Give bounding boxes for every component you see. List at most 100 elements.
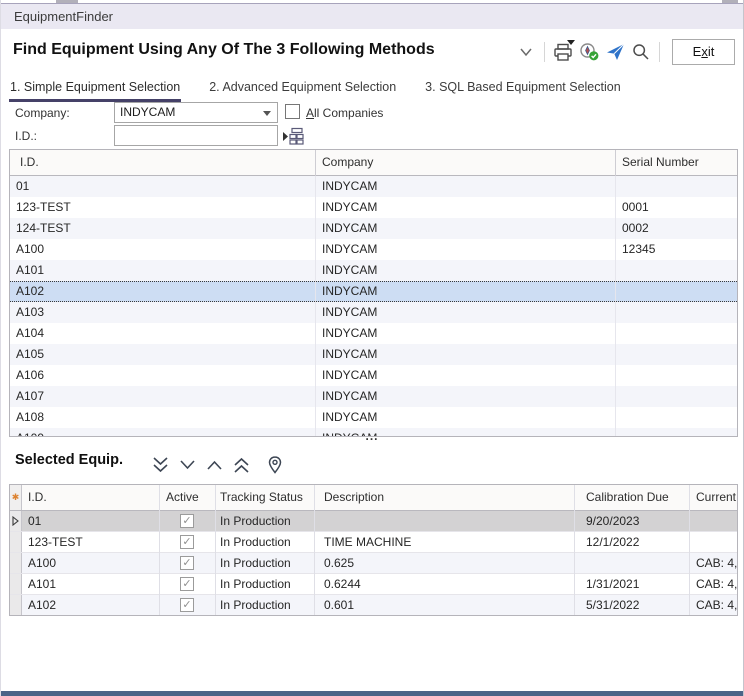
- tab-simple-equipment-selection[interactable]: 1. Simple Equipment Selection: [9, 77, 181, 102]
- results-grid-header: I.D. Company Serial Number: [10, 150, 737, 176]
- column-header-id[interactable]: I.D.: [28, 485, 47, 510]
- column-header-company[interactable]: Company: [322, 150, 373, 175]
- table-row[interactable]: A101 ✓ In Production 0.6244 1/31/2021 CA…: [10, 574, 737, 595]
- chevron-up-icon: [206, 459, 223, 471]
- exit-button[interactable]: Exit: [672, 39, 735, 65]
- column-divider: [315, 150, 316, 176]
- chevron-down-icon: [519, 47, 533, 57]
- equipmentfinder-window: EquipmentFinder Find Equipment Using Any…: [0, 0, 744, 696]
- tab-sql-based-equipment-selection[interactable]: 3. SQL Based Equipment Selection: [424, 77, 622, 102]
- id-input[interactable]: [114, 125, 278, 146]
- active-checkbox[interactable]: ✓: [180, 514, 194, 528]
- table-row[interactable]: A102 ✓ In Production 0.601 5/31/2022 CAB…: [10, 595, 737, 616]
- company-dropdown[interactable]: INDYCAM: [114, 102, 278, 123]
- column-divider: [615, 150, 616, 176]
- print-dropdown-caret-icon: [567, 40, 575, 45]
- search-button[interactable]: [628, 39, 654, 65]
- column-divider: [215, 485, 216, 615]
- company-dropdown-value: INDYCAM: [120, 105, 175, 119]
- print-button[interactable]: [550, 39, 576, 65]
- toolbar-separator: [659, 42, 660, 62]
- tab-bar: 1. Simple Equipment Selection 2. Advance…: [9, 77, 622, 102]
- all-companies-checkbox[interactable]: [285, 104, 300, 119]
- table-lookup-icon: [282, 127, 304, 146]
- active-checkbox[interactable]: ✓: [180, 577, 194, 591]
- current-row-indicator: [10, 511, 22, 531]
- window-title: EquipmentFinder: [14, 9, 113, 24]
- toolbar: Exit: [513, 38, 735, 66]
- column-header-current-location[interactable]: Current L: [696, 485, 738, 510]
- move-down-button[interactable]: [174, 453, 201, 477]
- table-row[interactable]: A105INDYCAM: [10, 344, 737, 365]
- table-row[interactable]: A107INDYCAM: [10, 386, 737, 407]
- table-row[interactable]: 124-TESTINDYCAM0002: [10, 218, 737, 239]
- tab-advanced-equipment-selection[interactable]: 2. Advanced Equipment Selection: [208, 77, 397, 102]
- paper-plane-icon: [606, 43, 625, 61]
- table-row[interactable]: 123-TESTINDYCAM0001: [10, 197, 737, 218]
- selected-equip-toolbar: [147, 453, 288, 477]
- move-all-down-button[interactable]: [147, 453, 174, 477]
- column-header-calibration-due[interactable]: Calibration Due: [586, 485, 669, 510]
- table-row[interactable]: A108INDYCAM: [10, 407, 737, 428]
- row-indicator: [10, 595, 22, 615]
- selected-equip-label: Selected Equip.: [15, 452, 123, 468]
- column-header-serial-number[interactable]: Serial Number: [622, 150, 699, 175]
- move-all-up-button[interactable]: [228, 453, 255, 477]
- company-label: Company:: [15, 106, 70, 120]
- id-browse-button[interactable]: [281, 126, 305, 146]
- toolbar-separator: [544, 42, 545, 62]
- column-divider: [574, 485, 575, 615]
- column-divider: [159, 485, 160, 615]
- check-icon: ✓: [181, 557, 193, 569]
- row-indicator: [10, 532, 22, 552]
- table-row[interactable]: A104INDYCAM: [10, 323, 737, 344]
- table-row[interactable]: A101INDYCAM: [10, 260, 737, 281]
- column-header-description[interactable]: Description: [324, 485, 384, 510]
- search-icon: [632, 43, 650, 61]
- window-titlebar[interactable]: EquipmentFinder: [1, 3, 743, 29]
- column-divider: [314, 485, 315, 615]
- check-icon: ✓: [181, 515, 193, 527]
- column-divider: [315, 176, 316, 436]
- locate-button[interactable]: [261, 453, 288, 477]
- row-indicator: [10, 574, 22, 594]
- table-row[interactable]: A100INDYCAM12345: [10, 239, 737, 260]
- table-row-selected[interactable]: 01 ✓ In Production 9/20/2023: [10, 511, 737, 532]
- double-chevron-up-icon: [232, 455, 251, 475]
- active-checkbox[interactable]: ✓: [180, 556, 194, 570]
- toolbar-expand-button[interactable]: [513, 39, 539, 65]
- active-checkbox[interactable]: ✓: [180, 598, 194, 612]
- column-header-tracking-status[interactable]: Tracking Status: [220, 485, 303, 510]
- all-companies-label: All Companies: [306, 106, 383, 120]
- page-title: Find Equipment Using Any Of The 3 Follow…: [13, 41, 435, 59]
- table-row-selected[interactable]: A102INDYCAM: [10, 281, 737, 302]
- selected-grid-header: ✱ I.D. Active Tracking Status Descriptio…: [10, 485, 737, 511]
- id-label: I.D.:: [15, 129, 37, 143]
- table-row[interactable]: 123-TEST ✓ In Production TIME MACHINE 12…: [10, 532, 737, 553]
- window-bottom-border: [1, 691, 743, 696]
- column-header-active[interactable]: Active: [166, 485, 199, 510]
- column-header-id[interactable]: I.D.: [20, 150, 39, 175]
- active-checkbox[interactable]: ✓: [180, 535, 194, 549]
- selected-equip-grid: ✱ I.D. Active Tracking Status Descriptio…: [9, 484, 738, 616]
- column-divider: [689, 485, 690, 615]
- compass-check-icon: [579, 42, 600, 62]
- column-divider: [615, 176, 616, 436]
- table-row[interactable]: A100 ✓ In Production 0.625 CAB: 4, SH: [10, 553, 737, 574]
- table-row[interactable]: A106INDYCAM: [10, 365, 737, 386]
- chevron-down-icon: [263, 111, 271, 116]
- table-row[interactable]: A103INDYCAM: [10, 302, 737, 323]
- move-up-button[interactable]: [201, 453, 228, 477]
- equipment-results-grid: I.D. Company Serial Number 01INDYCAM 123…: [9, 149, 738, 437]
- chevron-down-icon: [179, 459, 196, 471]
- table-row[interactable]: 01INDYCAM: [10, 176, 737, 197]
- send-button[interactable]: [602, 39, 628, 65]
- row-indicator-header: ✱: [10, 485, 22, 510]
- check-icon: ✓: [181, 599, 193, 611]
- printer-icon: [553, 43, 573, 62]
- location-pin-icon: [266, 455, 284, 475]
- check-icon: ✓: [181, 536, 193, 548]
- verify-button[interactable]: [576, 39, 602, 65]
- grid-splitter-handle[interactable]: ...: [1, 431, 743, 443]
- asterisk-icon: ✱: [12, 493, 20, 502]
